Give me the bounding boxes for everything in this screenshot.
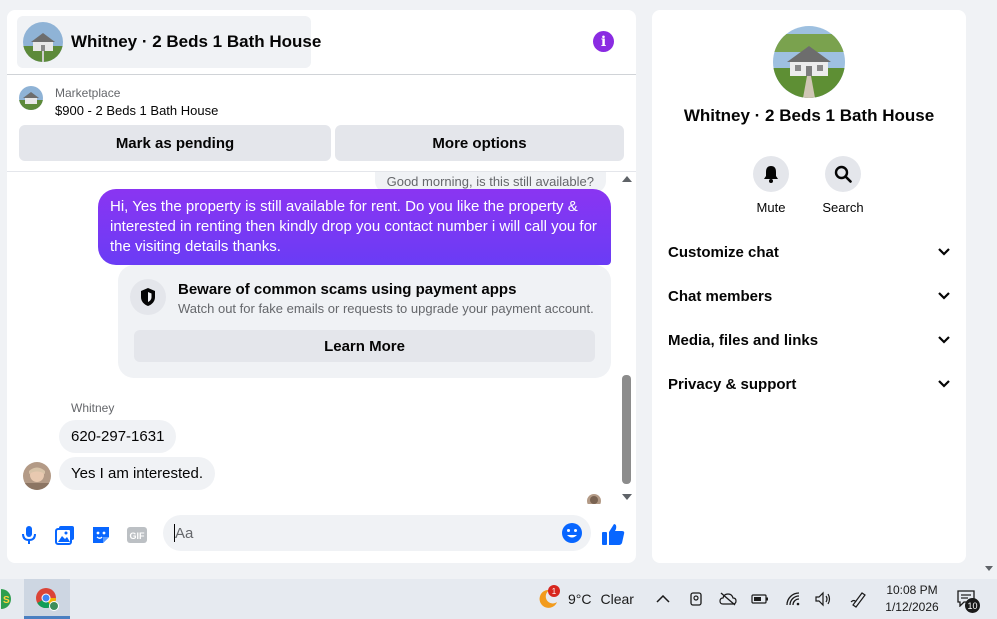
marketplace-listing[interactable]: Marketplace $900 - 2 Beds 1 Bath House	[19, 84, 218, 120]
listing-thumbnail	[19, 86, 43, 110]
svg-text:S: S	[3, 595, 10, 606]
message-input[interactable]	[175, 515, 545, 551]
mute-action[interactable]: Mute	[741, 156, 801, 215]
section-label: Media, files and links	[668, 331, 819, 349]
svg-text:GIF: GIF	[130, 531, 146, 541]
page-scroll-down-arrow[interactable]	[985, 566, 993, 571]
seen-avatar	[587, 494, 601, 504]
sender-avatar[interactable]	[23, 462, 51, 490]
microphone-icon[interactable]	[17, 523, 41, 547]
chevron-down-icon	[938, 248, 950, 256]
search-action[interactable]: Search	[813, 156, 873, 215]
composer: GIF	[7, 513, 636, 555]
app-icon[interactable]: S	[0, 579, 16, 619]
chevron-down-icon	[938, 380, 950, 388]
marketplace-label: Marketplace	[55, 86, 121, 100]
search-label: Search	[822, 200, 864, 215]
listing-title[interactable]: $900 - 2 Beds 1 Bath House	[55, 102, 218, 120]
incoming-message-bubble: Yes I am interested.	[59, 457, 216, 490]
camera-icon[interactable]	[687, 590, 705, 608]
notification-count-badge: 10	[965, 598, 980, 613]
sticker-icon[interactable]	[89, 523, 113, 547]
cloud-offline-icon[interactable]	[719, 590, 737, 608]
scam-warning-title: Beware of common scams using payment app…	[178, 281, 517, 298]
shield-icon	[130, 279, 166, 315]
chat-title: Whitney · 2 Beds 1 Bath House	[71, 32, 322, 51]
message-scrollbar[interactable]	[621, 172, 632, 504]
weather-condition: Clear	[600, 591, 634, 607]
outgoing-message-bubble: Hi, Yes the property is still available …	[98, 189, 611, 265]
listing-avatar	[23, 22, 63, 62]
learn-more-button[interactable]: Learn More	[134, 330, 595, 362]
chat-panel: Whitney · 2 Beds 1 Bath House i Marketpl…	[7, 10, 636, 563]
emoji-icon[interactable]	[561, 522, 583, 544]
weather-badge: 1	[548, 585, 560, 597]
section-label: Privacy & support	[668, 375, 797, 393]
info-panel: Whitney · 2 Beds 1 Bath House Mute Searc…	[652, 10, 966, 563]
section-customize-chat[interactable]: Customize chat	[668, 240, 950, 264]
more-options-button[interactable]: More options	[335, 125, 624, 161]
pen-icon[interactable]	[850, 590, 868, 608]
search-icon[interactable]	[825, 156, 861, 192]
mute-label: Mute	[756, 200, 786, 215]
mark-as-pending-button[interactable]: Mark as pending	[19, 125, 331, 161]
thumbs-up-icon[interactable]	[600, 521, 626, 547]
photo-icon[interactable]	[53, 523, 77, 547]
system-clock[interactable]: 10:08 PM 1/12/2026	[880, 582, 944, 616]
clock-time: 10:08 PM	[886, 583, 938, 597]
scam-warning-card: Beware of common scams using payment app…	[118, 265, 611, 378]
message-input-wrapper[interactable]	[163, 515, 591, 551]
weather-widget[interactable]: 1 9°C Clear	[536, 585, 634, 611]
incoming-message-bubble: 620-297-1631	[59, 420, 177, 453]
scam-warning-subtitle: Watch out for fake emails or requests to…	[178, 301, 594, 316]
scroll-up-arrow[interactable]	[622, 176, 632, 182]
bell-icon[interactable]	[753, 156, 789, 192]
section-chat-members[interactable]: Chat members	[668, 284, 950, 308]
section-media-files-links[interactable]: Media, files and links	[668, 328, 950, 352]
battery-icon[interactable]	[751, 590, 769, 608]
wifi-icon[interactable]	[784, 590, 802, 608]
chrome-icon[interactable]	[24, 579, 70, 619]
gif-icon[interactable]: GIF	[125, 523, 149, 547]
volume-icon[interactable]	[814, 590, 832, 608]
header-divider	[7, 74, 636, 75]
scroll-thumb[interactable]	[622, 375, 631, 484]
clock-date: 1/12/2026	[885, 600, 939, 614]
scroll-down-arrow[interactable]	[622, 494, 632, 500]
sender-name: Whitney	[71, 401, 115, 415]
listing-profile-photo	[773, 26, 845, 98]
section-privacy-support[interactable]: Privacy & support	[668, 372, 950, 396]
taskbar: S 1 9°C Clear 10:08 PM 1/12/2026 10	[0, 579, 997, 619]
message-list: Good morning, is this still available? H…	[7, 172, 636, 504]
chevron-up-icon[interactable]	[654, 590, 672, 608]
section-label: Customize chat	[668, 243, 779, 261]
info-panel-title: Whitney · 2 Beds 1 Bath House	[683, 106, 935, 125]
info-icon[interactable]: i	[593, 31, 614, 52]
chevron-down-icon	[938, 292, 950, 300]
chevron-down-icon	[938, 336, 950, 344]
weather-temperature: 9°C	[568, 591, 592, 607]
section-label: Chat members	[668, 287, 773, 305]
chat-header[interactable]: Whitney · 2 Beds 1 Bath House	[17, 16, 321, 68]
